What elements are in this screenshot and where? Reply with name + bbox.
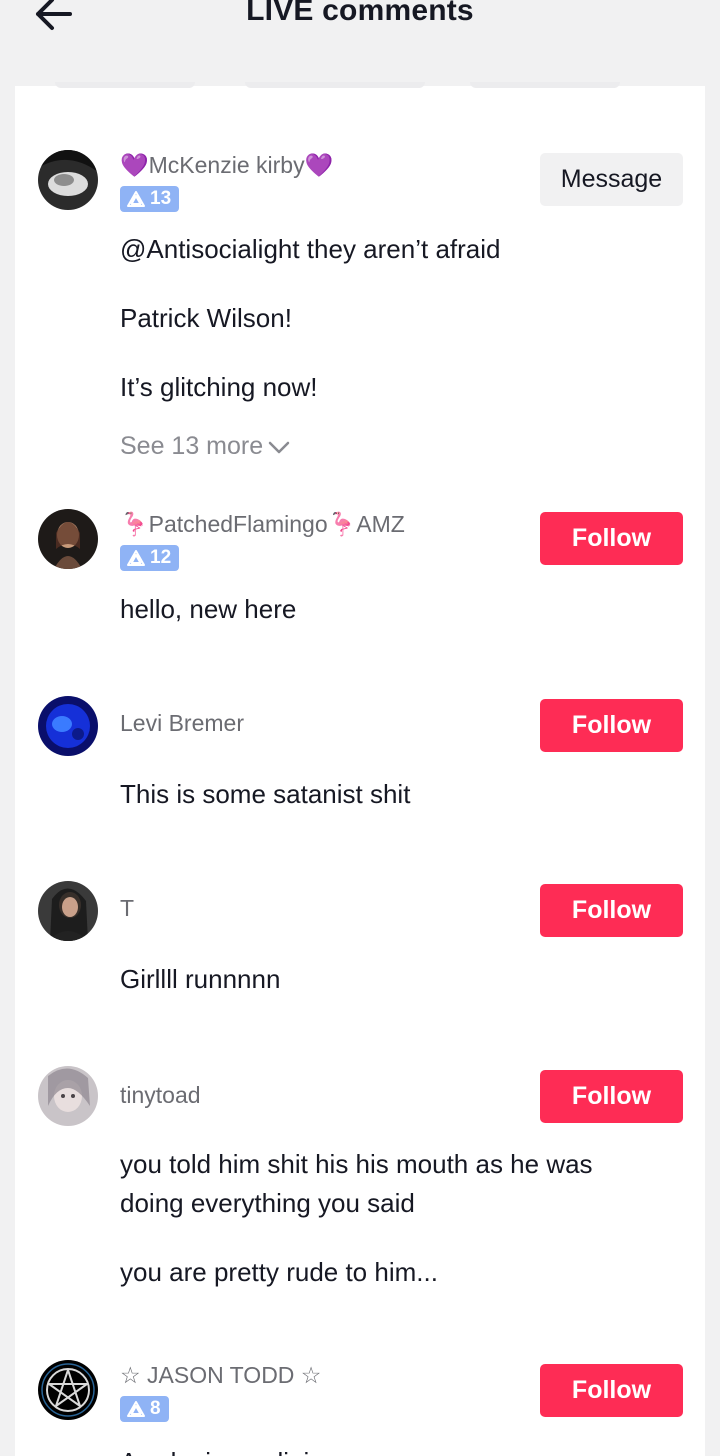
comment-text: A colonizer religion	[120, 1442, 338, 1456]
comment-text: Girllll runnnnn	[120, 964, 281, 994]
avatar[interactable]	[38, 696, 98, 756]
tab-strip-shadow	[15, 82, 705, 90]
comment-username[interactable]: tinytoad	[120, 1082, 201, 1109]
comment-text: Patrick Wilson!	[120, 303, 292, 333]
fan-level-icon	[127, 1401, 145, 1417]
follow-button[interactable]: Follow	[540, 699, 683, 752]
comment-text: you are pretty rude to him...	[120, 1257, 438, 1287]
fan-level-value: 8	[150, 1398, 161, 1419]
avatar[interactable]	[38, 509, 98, 569]
avatar[interactable]	[38, 1360, 98, 1420]
follow-button[interactable]: Follow	[540, 884, 683, 937]
comment-text: hello, new here	[120, 594, 297, 624]
header: LIVE comments	[0, 0, 720, 80]
follow-button[interactable]: Follow	[540, 1070, 683, 1123]
fan-level-icon	[127, 550, 145, 566]
page-title: LIVE comments	[246, 0, 474, 27]
follow-button[interactable]: Follow	[540, 1364, 683, 1417]
comments-list[interactable]: 💜McKenzie kirby💜 13 Message @Antisociali…	[15, 82, 705, 1456]
see-more-button[interactable]: See 13 more	[120, 432, 291, 461]
comment-username[interactable]: ☆ JASON TODD ☆	[120, 1362, 321, 1389]
avatar[interactable]	[38, 150, 98, 210]
comment-text: @Antisocialight they aren’t afraid	[120, 234, 501, 264]
live-comments-screen: LIVE comments 💜McKenzie kirby💜 13 Messag…	[0, 0, 720, 1456]
comment-username[interactable]: T	[120, 895, 134, 922]
fan-level-badge: 13	[120, 186, 180, 212]
avatar[interactable]	[38, 881, 98, 941]
fan-level-value: 12	[150, 547, 172, 568]
comment-username[interactable]: 🦩PatchedFlamingo🦩AMZ	[120, 511, 405, 538]
follow-button[interactable]: Follow	[540, 512, 683, 565]
comment-username[interactable]: 💜McKenzie kirby💜	[120, 152, 333, 179]
comment-text: doing everything you said	[120, 1188, 415, 1218]
comment-text: It’s glitching now!	[120, 372, 318, 402]
fan-level-value: 13	[150, 188, 172, 209]
fan-level-badge: 8	[120, 1396, 169, 1422]
fan-level-badge: 12	[120, 545, 180, 571]
avatar[interactable]	[38, 1066, 98, 1126]
comment-username[interactable]: Levi Bremer	[120, 710, 244, 737]
see-more-label: See 13 more	[120, 432, 264, 460]
chevron-down-icon	[268, 441, 290, 453]
comment-text: This is some satanist shit	[120, 779, 411, 809]
message-button[interactable]: Message	[540, 153, 683, 206]
fan-level-icon	[127, 191, 145, 207]
comment-text: you told him shit his his mouth as he wa…	[120, 1149, 593, 1179]
